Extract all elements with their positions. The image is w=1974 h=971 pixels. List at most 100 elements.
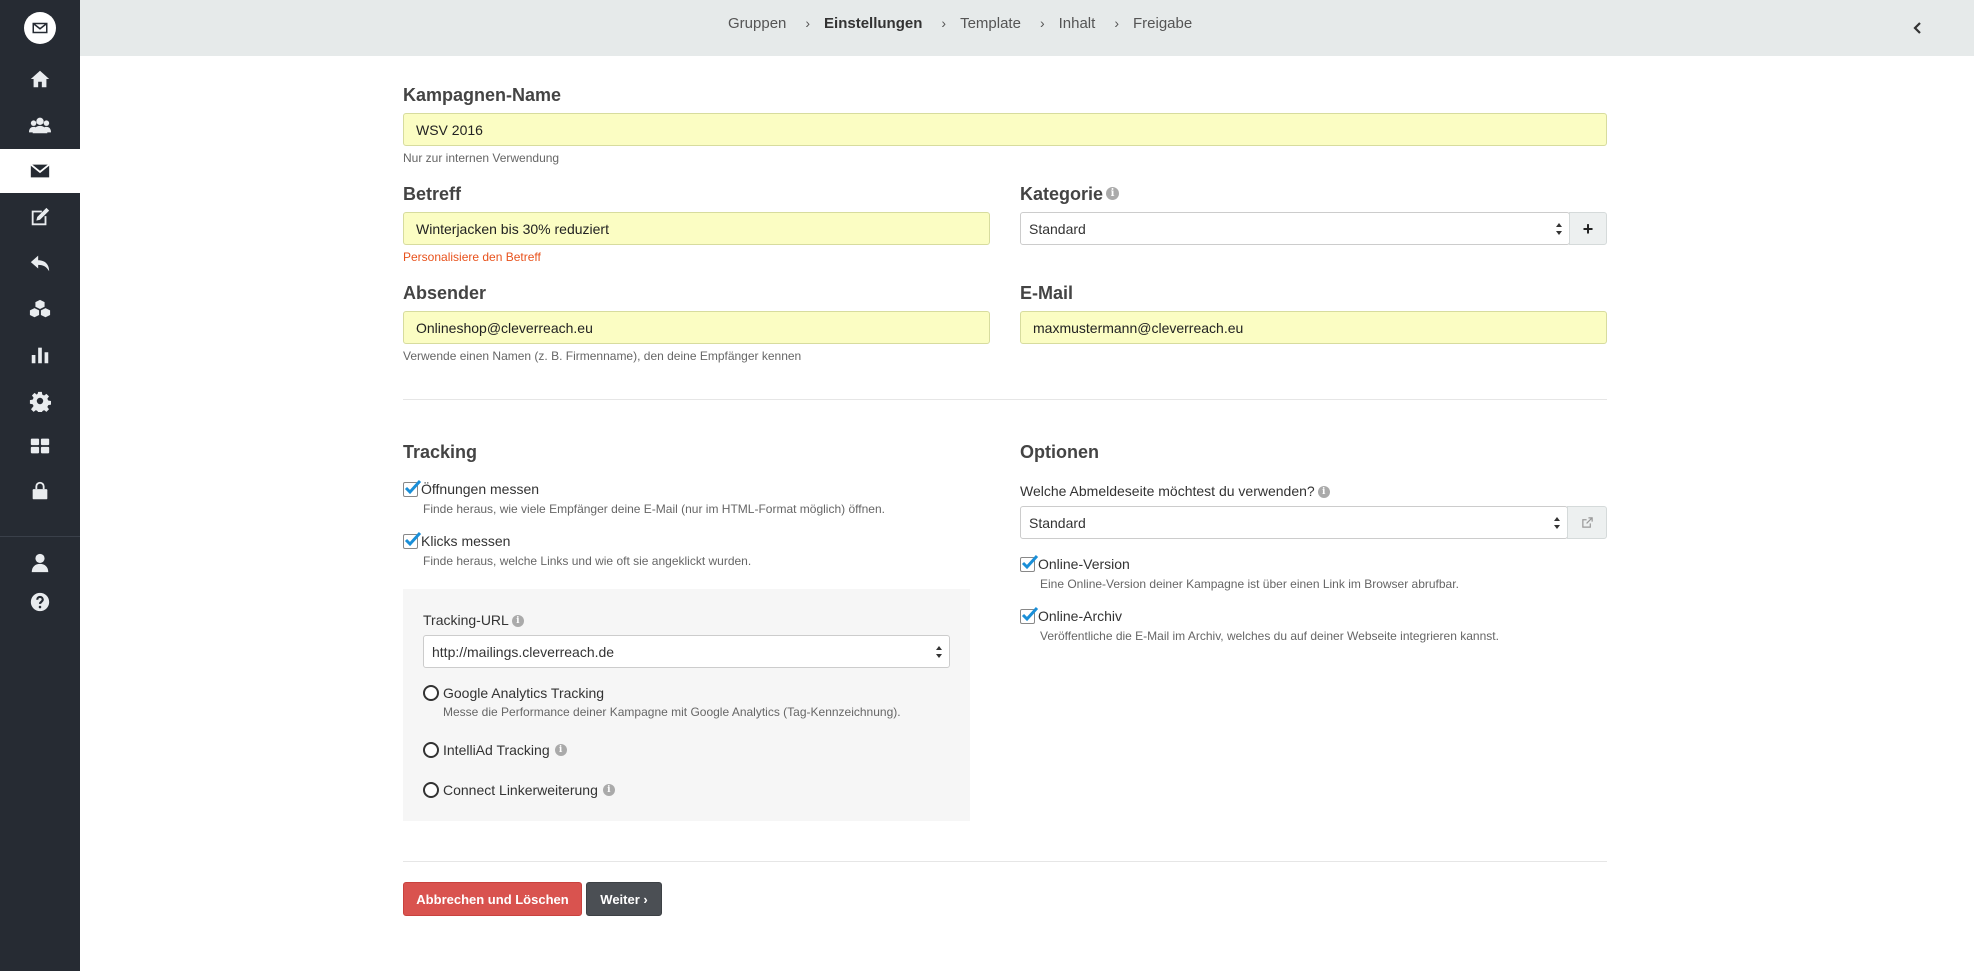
track-opens-checkbox[interactable]: Öffnungen messen xyxy=(403,479,540,497)
online-archive-label: Online-Archiv xyxy=(1038,608,1123,624)
online-archive-checkbox[interactable]: Online-Archiv xyxy=(1020,606,1123,624)
connect-radio[interactable]: Connect Linkerweiterung i xyxy=(423,782,615,798)
sidebar xyxy=(0,0,80,971)
campaign-name-label: Kampagnen-Name xyxy=(403,85,562,105)
sidebar-item-editor[interactable] xyxy=(0,195,80,239)
previous-step-button[interactable] xyxy=(1890,0,1946,56)
track-opens-label: Öffnungen messen xyxy=(421,481,540,497)
user-icon xyxy=(31,553,49,573)
sidebar-item-reports[interactable] xyxy=(0,333,80,377)
lock-icon xyxy=(32,481,48,500)
tracking-title: Tracking xyxy=(403,442,478,462)
category-select-value: Standard xyxy=(1029,220,1086,237)
tracking-url-label-text: Tracking-URL xyxy=(423,612,509,628)
breadcrumb-separator: › xyxy=(1114,15,1119,31)
help-icon xyxy=(30,592,50,612)
subject-input[interactable]: Winterjacken bis 30% reduziert xyxy=(403,212,990,245)
breadcrumb-separator: › xyxy=(805,15,811,31)
sidebar-item-home[interactable] xyxy=(0,57,80,101)
tracking-url-value: http://mailings.cleverreach.de xyxy=(432,643,615,660)
track-clicks-checkbox[interactable]: Klicks messen xyxy=(403,531,510,549)
category-label: Kategorie i xyxy=(1020,184,1120,205)
category-select[interactable]: Standard xyxy=(1020,212,1570,245)
sidebar-item-security[interactable] xyxy=(0,469,80,513)
cancel-and-delete-button[interactable]: Abbrechen und Löschen xyxy=(403,882,582,916)
plus-icon: + xyxy=(1582,218,1594,239)
checkbox-checked-icon xyxy=(403,531,422,549)
radio-unchecked-icon xyxy=(423,742,439,758)
breadcrumb-separator: › xyxy=(1039,15,1045,31)
sender-help: Verwende einen Namen (z. B. Firmenname),… xyxy=(403,349,802,363)
email-label: E-Mail xyxy=(1020,283,1074,303)
email-input[interactable]: maxmustermann@cleverreach.eu xyxy=(1020,311,1607,344)
campaign-name-input[interactable]: WSV 2016 xyxy=(403,113,1607,146)
google-analytics-radio[interactable]: Google Analytics Tracking xyxy=(423,685,604,701)
radio-unchecked-icon xyxy=(423,782,439,798)
unsubscribe-label-text: Welche Abmeldeseite möchtest du verwende… xyxy=(1020,483,1315,499)
intelliad-label: IntelliAd Tracking xyxy=(443,742,550,758)
gear-icon xyxy=(29,391,51,412)
app-logo[interactable] xyxy=(24,12,56,44)
online-archive-description: Veröffentliche die E-Mail im Archiv, wel… xyxy=(1040,629,1499,643)
sidebar-item-autoresponder[interactable] xyxy=(0,241,80,285)
online-version-checkbox[interactable]: Online-Version xyxy=(1020,554,1130,572)
intelliad-radio[interactable]: IntelliAd Tracking i xyxy=(423,742,567,758)
connect-label: Connect Linkerweiterung xyxy=(443,782,598,798)
sidebar-item-help[interactable] xyxy=(0,580,80,624)
section-divider xyxy=(403,399,1607,400)
info-icon[interactable]: i xyxy=(1106,187,1120,200)
breadcrumb-template[interactable]: Template xyxy=(960,15,1021,32)
add-category-button[interactable]: + xyxy=(1569,212,1607,245)
subject-label: Betreff xyxy=(403,184,462,204)
tracking-url-label: Tracking-URL i xyxy=(423,612,524,628)
personalize-subject-link[interactable]: Personalisiere den Betreff xyxy=(403,250,541,264)
checkbox-checked-icon xyxy=(1020,554,1039,572)
users-icon xyxy=(29,117,51,134)
breadcrumb: Gruppen › Einstellungen › Template › Inh… xyxy=(728,0,1192,46)
checkbox-checked-icon xyxy=(1020,606,1039,624)
radio-unchecked-icon xyxy=(423,685,439,701)
next-button[interactable]: Weiter › xyxy=(586,882,662,916)
google-analytics-label: Google Analytics Tracking xyxy=(443,685,605,701)
envelope-icon xyxy=(30,163,50,178)
options-title: Optionen xyxy=(1020,442,1099,462)
bar-chart-icon xyxy=(31,347,49,364)
reply-icon xyxy=(30,255,50,272)
breadcrumb-einstellungen[interactable]: Einstellungen xyxy=(824,15,922,32)
tracking-url-select[interactable]: http://mailings.cleverreach.de xyxy=(423,635,950,668)
cubes-icon xyxy=(29,299,51,318)
breadcrumb-freigabe[interactable]: Freigabe xyxy=(1133,15,1192,32)
chevron-left-icon xyxy=(1913,22,1921,34)
select-arrows-icon xyxy=(1553,516,1561,530)
breadcrumb-separator: › xyxy=(941,15,947,31)
grid-icon xyxy=(30,438,50,454)
home-icon xyxy=(30,70,50,88)
campaign-name-help: Nur zur internen Verwendung xyxy=(403,151,560,165)
external-link-icon xyxy=(1581,517,1593,528)
sidebar-item-groups[interactable] xyxy=(0,103,80,147)
unsubscribe-page-select[interactable]: Standard xyxy=(1020,506,1568,539)
sender-input[interactable]: Onlineshop@cleverreach.eu xyxy=(403,311,990,344)
breadcrumb-inhalt[interactable]: Inhalt xyxy=(1059,15,1096,32)
google-analytics-description: Messe die Performance deiner Kampagne mi… xyxy=(443,705,901,719)
sidebar-item-account[interactable] xyxy=(0,541,80,585)
info-icon[interactable]: i xyxy=(602,784,615,796)
info-icon[interactable]: i xyxy=(1317,486,1330,498)
checkbox-checked-icon xyxy=(403,479,422,497)
envelope-logo-icon xyxy=(32,22,48,34)
sidebar-item-mailings[interactable] xyxy=(0,149,80,193)
info-icon[interactable]: i xyxy=(511,615,524,627)
track-clicks-description: Finde heraus, welche Links und wie oft s… xyxy=(423,554,752,568)
info-icon[interactable]: i xyxy=(554,744,567,756)
breadcrumb-gruppen[interactable]: Gruppen xyxy=(728,15,786,32)
sidebar-item-apps[interactable] xyxy=(0,424,80,468)
select-arrows-icon xyxy=(935,645,943,659)
online-version-description: Eine Online-Version deiner Kampagne ist … xyxy=(1040,577,1459,591)
sidebar-item-settings[interactable] xyxy=(0,379,80,423)
edit-icon xyxy=(31,207,50,226)
sidebar-item-integrations[interactable] xyxy=(0,287,80,331)
select-arrows-icon xyxy=(1555,222,1563,236)
open-unsubscribe-page-button[interactable] xyxy=(1567,506,1607,539)
actions-divider xyxy=(403,861,1607,862)
sender-label: Absender xyxy=(403,283,487,303)
